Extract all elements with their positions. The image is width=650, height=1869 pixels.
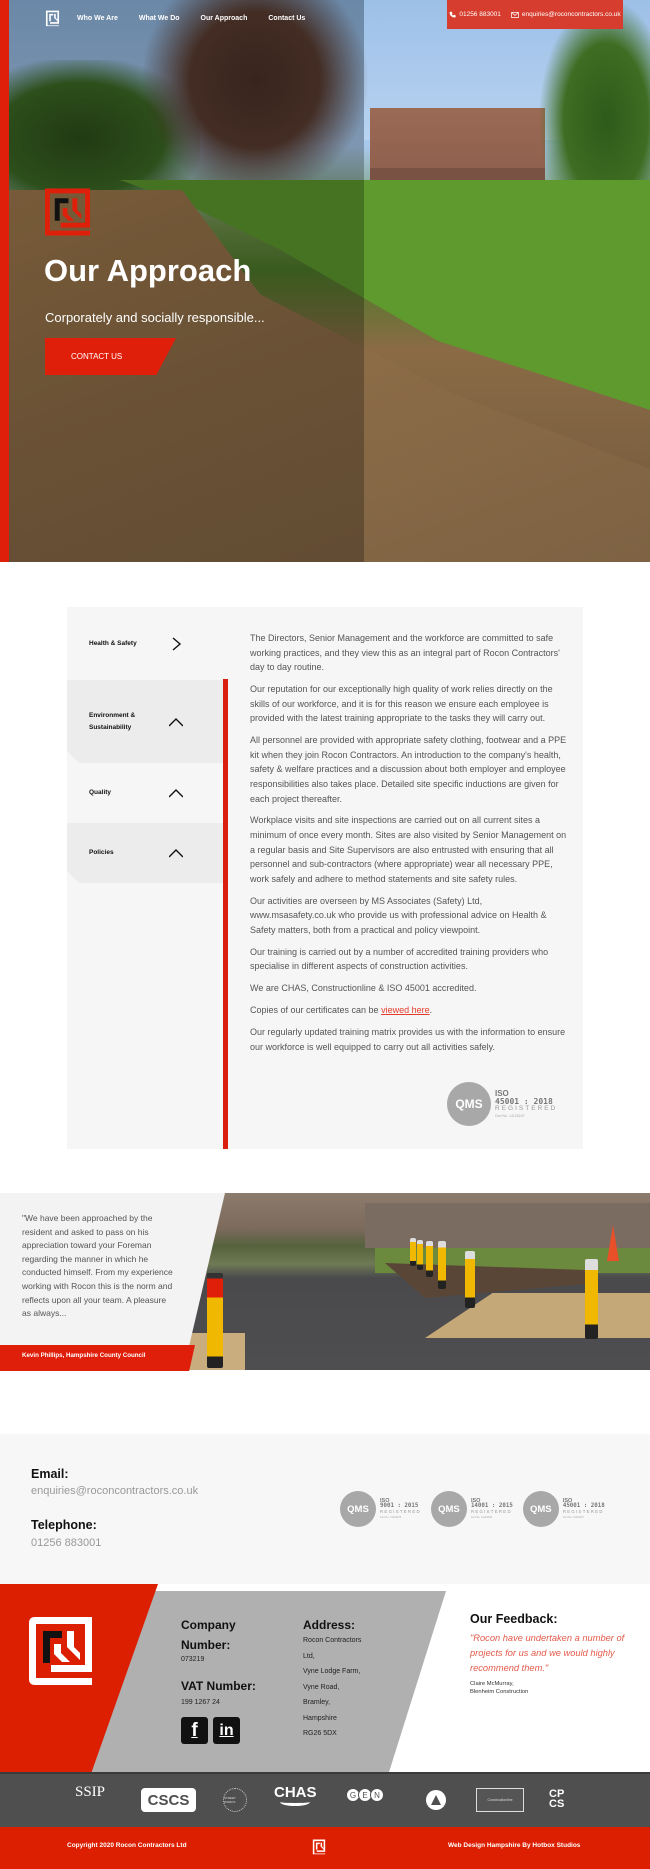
feedback-label: Our Feedback: bbox=[470, 1612, 558, 1626]
telephone-link[interactable]: 01256 883001 bbox=[31, 1537, 101, 1549]
rocon-logo-footer-icon[interactable] bbox=[29, 1617, 92, 1685]
main-nav: Who We Are What We Do Our Approach Conta… bbox=[44, 9, 326, 27]
rocon-logo-icon[interactable] bbox=[44, 9, 61, 27]
social-links: f in bbox=[181, 1717, 240, 1744]
qms-logo-icon: QMS bbox=[340, 1491, 376, 1527]
qms-iso-14001-badge: QMS ISO 14001 : 2015 REGISTERED Cert No. 14… bbox=[430, 1491, 513, 1527]
company-number-label: Company Number: bbox=[181, 1618, 236, 1652]
testimonial-author: Kevin Phillips, Hampshire County Council bbox=[0, 1345, 195, 1371]
qms-badges-row: QMS ISO 9001 : 2015 REGISTERED Cert No. 141… bbox=[340, 1491, 605, 1527]
approach-paragraph: All personnel are provided with appropri… bbox=[250, 735, 567, 804]
cscs-logo: CSCS bbox=[141, 1788, 196, 1812]
photo-tactile-paving bbox=[425, 1293, 650, 1338]
mail-icon bbox=[511, 11, 519, 18]
qms-logo-icon: QMS bbox=[430, 1491, 467, 1527]
approach-paragraph: Our reputation for our exceptionally hig… bbox=[250, 684, 553, 724]
photo-bollard bbox=[426, 1241, 433, 1277]
hero-red-edge bbox=[0, 0, 9, 562]
nav-contact-us[interactable]: Contact Us bbox=[268, 15, 305, 22]
chevron-right-icon bbox=[169, 637, 183, 651]
web-design-credit-link[interactable]: Web Design Hampshire By Hotbox Studios bbox=[448, 1842, 580, 1849]
qms-logo-icon: QMS bbox=[522, 1491, 559, 1527]
testimonial-quote: "We have been approached by the resident… bbox=[22, 1213, 173, 1319]
approach-paragraph: Workplace visits and site inspections ar… bbox=[250, 815, 567, 884]
photo-traffic-cone bbox=[607, 1225, 619, 1261]
qms-iso-9001-badge: QMS ISO 9001 : 2015 REGISTERED Cert No. 141… bbox=[340, 1491, 421, 1527]
vat-number-label: VAT Number: bbox=[181, 1679, 256, 1693]
chevron-up-icon bbox=[169, 786, 183, 800]
approach-tabs: Health & Safety Environment & Sustainabi… bbox=[67, 607, 223, 883]
street-works-logo: STREET WORKS bbox=[223, 1788, 247, 1812]
chas-smile-icon bbox=[280, 1798, 311, 1806]
email-label: Email: bbox=[31, 1467, 69, 1481]
confined-space-logo bbox=[426, 1790, 446, 1810]
qms-iso-45001-badge: QMS ISO 45001 : 2018 REGISTERED Cert No. 14… bbox=[522, 1491, 605, 1527]
certificates-link[interactable]: viewed here bbox=[381, 1005, 430, 1015]
constructionline-logo: Constructionline bbox=[476, 1788, 524, 1812]
photo-bollard bbox=[465, 1251, 475, 1308]
facebook-icon[interactable]: f bbox=[181, 1717, 208, 1744]
copyright-text: Copyright 2020 Rocon Contractors Ltd bbox=[67, 1842, 187, 1849]
approach-paragraph: Our training is carried out by a number … bbox=[250, 946, 549, 972]
approach-content: The Directors, Senior Management and the… bbox=[250, 631, 570, 1062]
rocon-logo-large-icon bbox=[45, 188, 90, 236]
cpcs-logo: CP CS bbox=[549, 1788, 565, 1810]
photo-bollard bbox=[585, 1259, 598, 1339]
header-contact-bar: 01256 883001 enquiries@roconcontractors.… bbox=[447, 0, 623, 29]
testimonial-photo-roadworks bbox=[165, 1193, 650, 1370]
rocon-logo-small-icon[interactable] bbox=[311, 1838, 327, 1855]
page-title: Our Approach bbox=[44, 253, 252, 288]
ssip-logo: SSIP bbox=[75, 1784, 106, 1800]
hero-trees-right bbox=[540, 0, 650, 200]
qms-logo-icon: QMS bbox=[447, 1082, 491, 1126]
approach-paragraph: Our activities are overseen by MS Associ… bbox=[250, 895, 547, 935]
nav-who-we-are[interactable]: Who We Are bbox=[77, 15, 118, 22]
company-number-value: 073219 bbox=[181, 1656, 205, 1663]
chas-logo: CHAS bbox=[274, 1784, 317, 1806]
nav-what-we-do[interactable]: What We Do bbox=[139, 15, 180, 22]
contact-us-button[interactable]: CONTACT US bbox=[45, 338, 176, 375]
chevron-up-icon bbox=[169, 846, 183, 860]
tab-quality[interactable]: Quality bbox=[67, 763, 223, 823]
photo-bollard bbox=[417, 1240, 423, 1270]
active-tab-indicator bbox=[223, 679, 228, 1149]
header-email-link[interactable]: enquiries@roconcontractors.co.uk bbox=[511, 11, 621, 18]
phone-icon bbox=[449, 11, 456, 18]
approach-paragraph: We are CHAS, Constructionline & ISO 4500… bbox=[250, 983, 477, 994]
vat-number-value: 199 1267 24 bbox=[181, 1699, 220, 1706]
photo-bollard bbox=[410, 1238, 416, 1266]
address-block: Rocon Contractors Ltd, Vyne Lodge Farm, … bbox=[303, 1637, 362, 1737]
chevron-up-icon bbox=[169, 715, 183, 729]
approach-paragraph: The Directors, Senior Management and the… bbox=[250, 633, 560, 673]
tab-health-safety[interactable]: Health & Safety bbox=[67, 607, 223, 680]
qms-iso-45001-badge: QMS ISO 45001 : 2018 REGISTERED Cert No.… bbox=[447, 1082, 557, 1126]
tab-environment-sustainability[interactable]: Environment & Sustainability bbox=[67, 680, 223, 763]
photo-bollard bbox=[438, 1241, 446, 1289]
tab-policies[interactable]: Policies bbox=[67, 823, 223, 883]
hero-subtitle: Corporately and socially responsible... bbox=[45, 310, 265, 325]
header-phone-link[interactable]: 01256 883001 bbox=[449, 11, 501, 18]
photo-bollard bbox=[207, 1273, 223, 1368]
address-label: Address: bbox=[303, 1618, 356, 1632]
email-link[interactable]: enquiries@roconcontractors.co.uk bbox=[31, 1485, 198, 1497]
feedback-author: Claire McMurray, Blenheim Construction bbox=[470, 1681, 529, 1695]
feedback-quote: "Rocon have undertaken a number of proje… bbox=[470, 1633, 625, 1673]
certificates-paragraph: Copies of our certificates can be viewed… bbox=[250, 1005, 433, 1016]
nav-our-approach[interactable]: Our Approach bbox=[201, 15, 248, 22]
linkedin-icon[interactable]: in bbox=[213, 1717, 240, 1744]
gen3-logo: GEN bbox=[346, 1788, 384, 1802]
approach-paragraph: Our regularly updated training matrix pr… bbox=[250, 1027, 566, 1052]
telephone-label: Telephone: bbox=[31, 1518, 97, 1532]
